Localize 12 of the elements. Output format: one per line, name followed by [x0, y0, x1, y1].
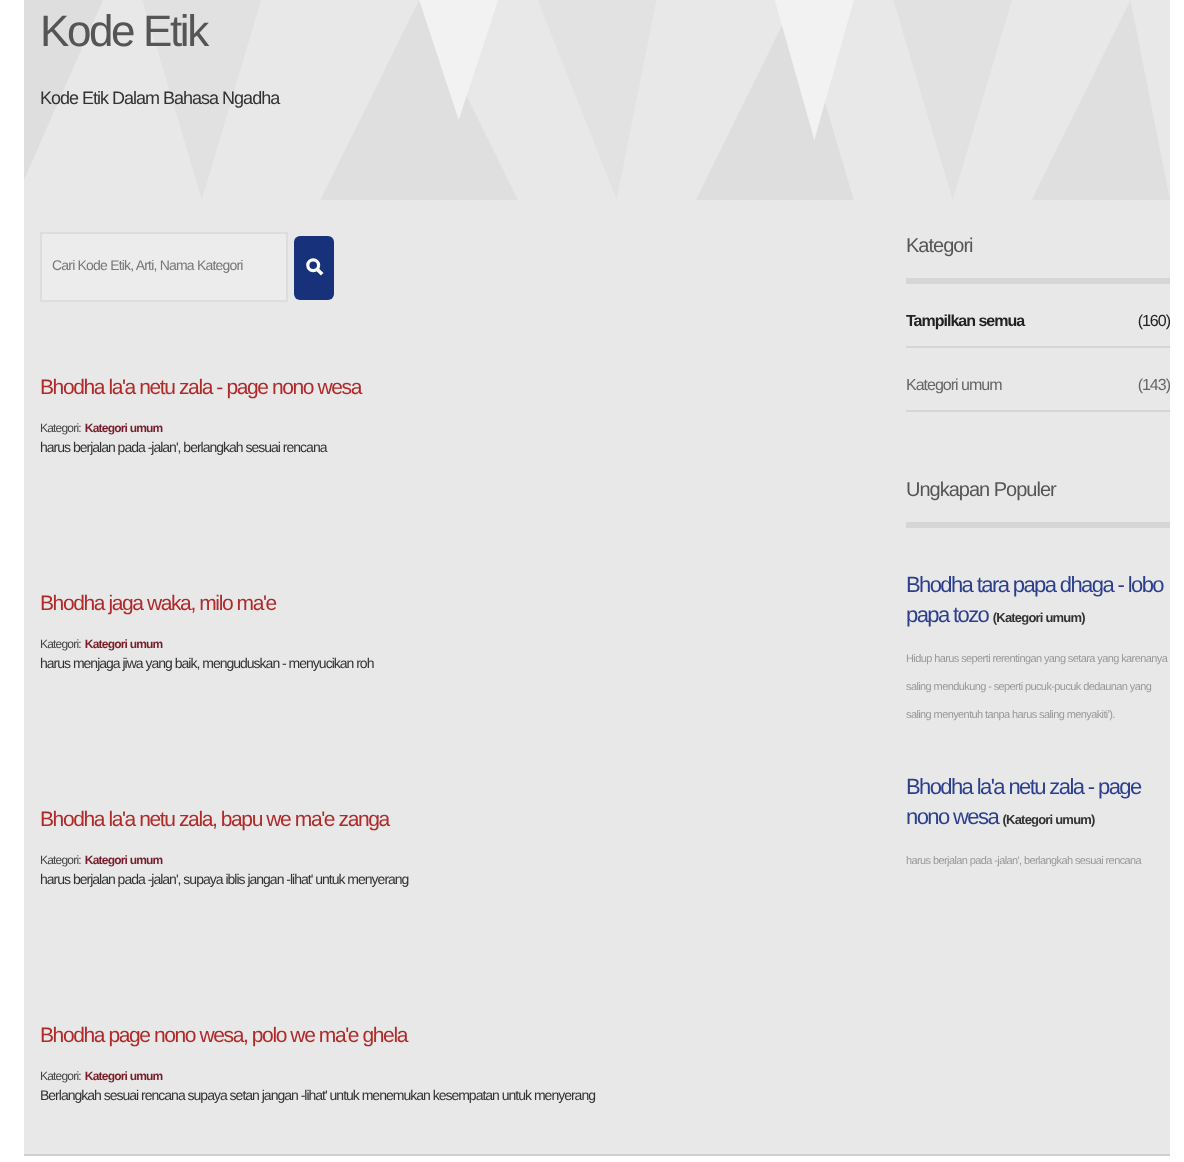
entry-title-link[interactable]: Bhodha la'a netu zala - page nono wesa [40, 376, 361, 400]
entry-title-link[interactable]: Bhodha jaga waka, milo ma'e [40, 592, 276, 616]
sidebar-heading: Ungkapan Populer [906, 480, 1170, 528]
page-title: Kode Etik [40, 4, 210, 60]
search-icon [305, 258, 323, 276]
page-subtitle: Kode Etik Dalam Bahasa Ngadha [40, 88, 283, 108]
entry-title-link[interactable]: Bhodha page nono wesa, polo we ma'e ghela [40, 1024, 407, 1048]
entry-title-link[interactable]: Bhodha la'a netu zala, bapu we ma'e zanga [40, 808, 389, 832]
search-button[interactable] [294, 235, 334, 299]
category-item[interactable]: Kategori umum (143) [906, 348, 1170, 412]
category-item[interactable]: Tampilkan semua (160) [906, 284, 1170, 348]
sidebar-heading: Kategori [906, 236, 1170, 284]
